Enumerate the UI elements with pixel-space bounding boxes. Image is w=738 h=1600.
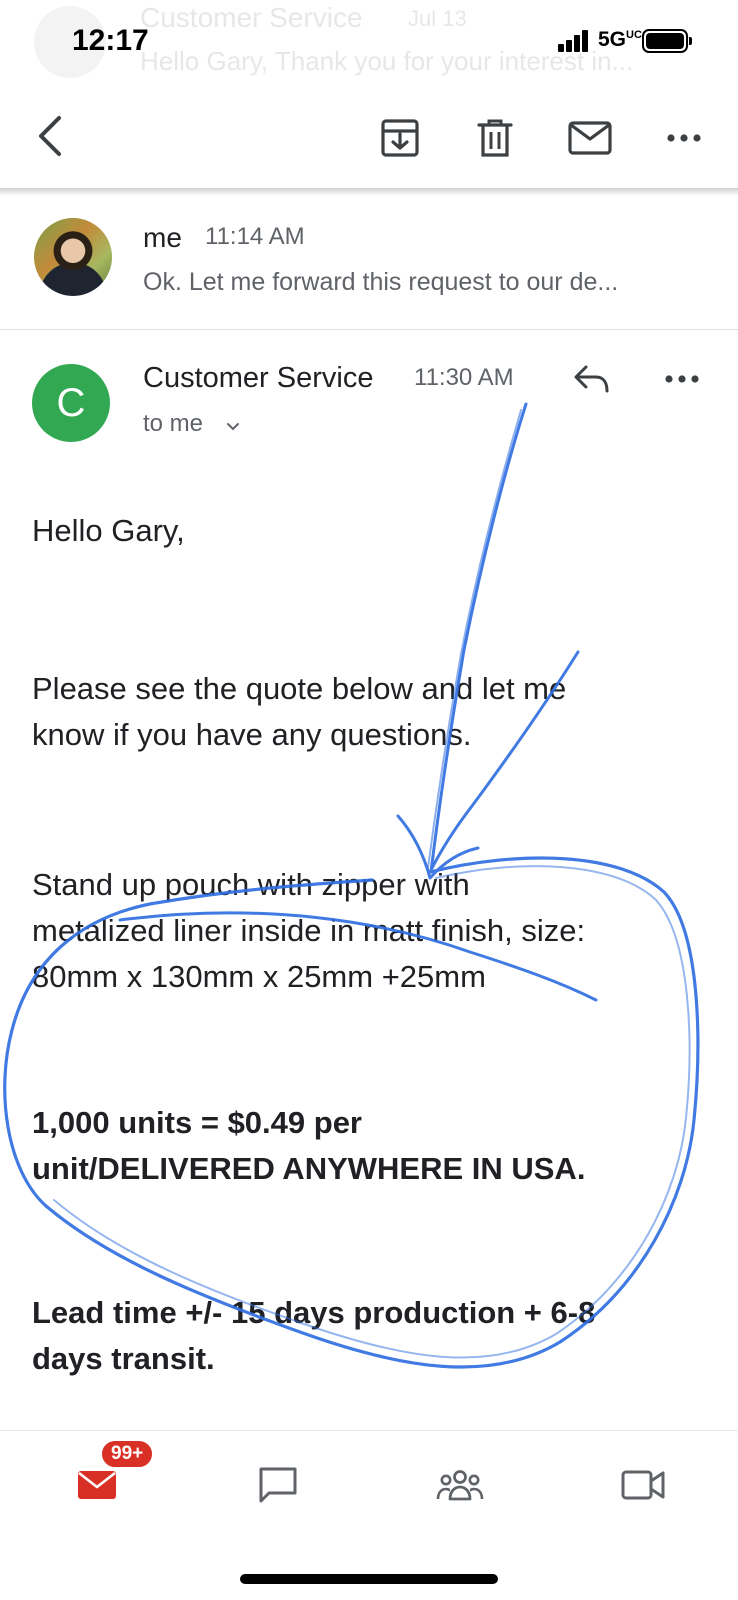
status-time: 12:17 [72,24,149,57]
body-line: unit/DELIVERED ANYWHERE IN USA. [32,1151,586,1186]
body-line: Stand up pouch with zipper with [32,867,470,902]
more-horizontal-icon [665,375,699,383]
chat-icon [259,1467,297,1503]
meet-video-icon [621,1470,665,1500]
archive-icon [381,119,419,157]
collapsed-time: 11:14 AM [205,223,305,250]
recipient-toggle[interactable]: to me [143,410,203,438]
home-indicator [240,1574,498,1584]
delete-button[interactable] [465,108,525,168]
avatar: C [32,364,110,442]
body-line: Please see the quote below and let me [32,671,567,706]
message-toolbar [0,86,738,190]
battery-icon [642,29,692,53]
collapsed-message[interactable]: me 11:14 AM Ok. Let me forward this requ… [0,196,738,330]
body-line: days transit. [32,1341,215,1376]
mail-unread-icon [568,121,612,155]
body-intro-paragraph: Please see the quote below and let me kn… [32,666,712,758]
signal-icon [558,30,590,52]
body-line: Lead time +/- 15 days production + 6-8 [32,1295,596,1330]
mark-unread-button[interactable] [558,108,622,168]
status-bar: 12:17 5GUC [0,0,738,86]
back-arrow-icon [39,116,61,156]
nav-rooms-tab[interactable] [425,1455,495,1515]
body-product-paragraph: Stand up pouch with zipper with metalize… [32,862,712,1000]
body-lead-time-paragraph: Lead time +/- 15 days production + 6-8 d… [32,1290,712,1382]
reply-icon [574,365,609,393]
avatar [34,218,112,296]
mail-icon [78,1471,116,1499]
body-line: metalized liner inside in matt finish, s… [32,913,586,948]
trash-icon [477,119,513,157]
more-horizontal-icon [667,134,701,142]
back-button[interactable] [20,106,80,166]
message-time: 11:30 AM [414,364,514,391]
toolbar-divider [0,188,738,196]
message-more-button[interactable] [660,364,712,408]
body-line: 80mm x 130mm x 25mm +25mm [32,959,486,994]
sender-name: Customer Service [143,362,374,394]
chevron-down-icon[interactable] [226,422,240,432]
annotation-arrow-shaft [429,402,528,874]
body-price-paragraph: 1,000 units = $0.49 per unit/DELIVERED A… [32,1100,712,1192]
archive-button[interactable] [370,108,430,168]
reply-button[interactable] [572,364,624,408]
body-line: know if you have any questions. [32,717,472,752]
body-greeting: Hello Gary, [32,513,185,548]
message-header: C Customer Service 11:30 AM to me [0,330,738,460]
nav-meet-tab[interactable] [608,1455,678,1515]
collapsed-sender: me [143,222,182,253]
collapsed-snippet: Ok. Let me forward this request to our d… [143,268,619,296]
rooms-icon [436,1470,484,1501]
nav-chat-tab[interactable] [243,1455,313,1515]
more-options-button[interactable] [654,108,714,168]
unread-count-badge: 99+ [100,1439,155,1469]
body-line: 1,000 units = $0.49 per [32,1105,362,1140]
network-label: 5GUC [598,28,642,51]
